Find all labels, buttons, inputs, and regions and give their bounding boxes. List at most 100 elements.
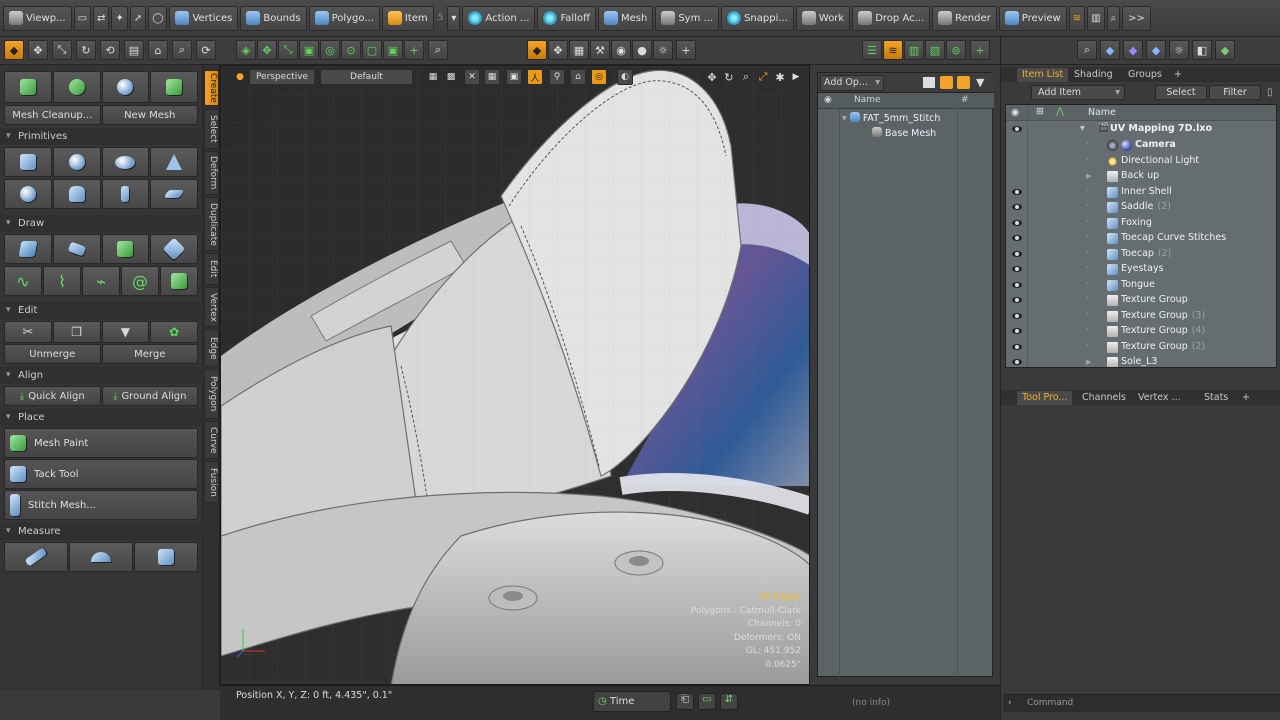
tab-create[interactable]: Create (204, 70, 219, 106)
transform-tool-button[interactable] (150, 71, 198, 103)
add-operator-button[interactable]: Add Op... ▾ (820, 75, 884, 91)
bezier-tool-button[interactable] (150, 234, 198, 264)
cone-primitive-button[interactable] (150, 147, 198, 177)
green-tool-7-icon[interactable]: ▢ (362, 40, 382, 60)
search-item-icon[interactable]: ⌕ (1077, 40, 1097, 60)
stack-icon[interactable]: ▤ (124, 40, 144, 60)
toolbar-action-button[interactable]: Action ... (462, 5, 536, 31)
overlay-toggle-icon[interactable]: ◎ (591, 69, 607, 85)
command-line[interactable]: › Command (1003, 694, 1280, 712)
item-list-row[interactable]: · Texture Group (3) (1006, 309, 1276, 325)
ruler-button[interactable] (4, 542, 68, 572)
timeline-icon[interactable]: ⎗ (676, 693, 694, 710)
view-add-icon[interactable]: + (676, 40, 696, 60)
name-column-header[interactable]: Name (1088, 107, 1116, 118)
name-column-header[interactable]: Name (854, 95, 881, 105)
panel-icon-3[interactable] (957, 76, 970, 89)
section-align[interactable]: Align (0, 367, 203, 384)
green-tool-2-icon[interactable]: ✥ (257, 40, 277, 60)
gear-icon[interactable]: ✱ (773, 69, 787, 85)
toolbar-bounds-button[interactable]: Bounds (240, 5, 307, 31)
deformer-item-stitch[interactable]: ▾ FAT_5mm_Stitch (842, 112, 954, 126)
view-light-icon[interactable]: ☼ (653, 40, 673, 60)
stitch-mesh-button[interactable]: Stitch Mesh... (4, 490, 198, 520)
quick-align-button[interactable]: ⤓ Quick Align (4, 386, 101, 406)
green-tool-1-icon[interactable]: ◈ (236, 40, 256, 60)
filter-button[interactable]: Filter (1209, 85, 1261, 100)
shading-style-button[interactable]: Default (320, 69, 413, 85)
scale-icon[interactable]: ⟲ (100, 40, 120, 60)
time-button[interactable]: ◷ Time (593, 691, 671, 712)
eye-visibility-icon[interactable] (1011, 311, 1023, 321)
item-list-row[interactable]: · Toecap (2) (1006, 247, 1276, 263)
eye-visibility-icon[interactable] (1011, 264, 1023, 274)
spiral-tool-button[interactable]: @ (121, 266, 159, 296)
add-panel-icon[interactable]: + (970, 40, 990, 60)
cut-button[interactable]: ✂ (4, 321, 52, 343)
tab-vertex[interactable]: Vertex ... (1133, 391, 1186, 405)
paste-button[interactable]: ▼ (101, 321, 150, 343)
toolbar-sym-button[interactable]: Sym ... (655, 5, 720, 31)
item-list-row[interactable]: ▶ Sole_L3 (1006, 355, 1276, 367)
toolbar-item-button[interactable]: Item (381, 5, 434, 31)
tab-select[interactable]: Select (204, 109, 219, 149)
locator-item-icon[interactable]: ◆ (1215, 40, 1235, 60)
rotate-icon[interactable]: ↻ (76, 40, 96, 60)
eye-visibility-icon[interactable] (1011, 280, 1023, 290)
tab-channels[interactable]: Channels (1077, 391, 1131, 405)
copy-button[interactable]: ❐ (52, 321, 101, 343)
resize-icon[interactable]: ⤡ (52, 40, 72, 60)
unmerge-button[interactable]: Unmerge (4, 344, 101, 364)
zoom-icon[interactable]: ⌕ (739, 69, 753, 85)
eye-visibility-icon[interactable] (1011, 342, 1023, 352)
node-icon[interactable]: ⊚ (946, 40, 966, 60)
toolbar-mesh-button[interactable]: Mesh (598, 5, 654, 31)
duplicate-button[interactable]: ✿ (150, 321, 198, 343)
move-icon[interactable]: ✥ (28, 40, 48, 60)
tab-polygon[interactable]: Polygon (204, 369, 219, 419)
view-move-icon[interactable]: ✥ (548, 40, 568, 60)
orbit-icon[interactable]: ↻ (722, 69, 736, 85)
tab-shading[interactable]: Shading (1069, 68, 1118, 82)
tack-tool-button[interactable]: Tack Tool (4, 459, 198, 489)
search-button[interactable]: ⌕ (1106, 5, 1121, 31)
scale-tool-button[interactable] (101, 71, 150, 103)
polyline-tool-button[interactable]: ⌁ (82, 266, 120, 296)
eye-visibility-icon[interactable] (1011, 249, 1023, 259)
list-view-icon[interactable]: ☰ (862, 40, 882, 60)
pen-tool-button[interactable] (4, 234, 52, 264)
layers-icon[interactable]: ≋ (883, 40, 903, 60)
section-place[interactable]: Place (0, 409, 203, 426)
group-item-icon[interactable]: ◆ (1146, 40, 1166, 60)
layout-toggle-button[interactable]: ▭ (73, 5, 92, 31)
zoom-icon[interactable]: ⌕ (172, 40, 192, 60)
playback-icon[interactable]: ▭ (698, 693, 716, 710)
keyframe-icon[interactable]: ⇵ (720, 693, 738, 710)
torus-primitive-button[interactable] (4, 179, 52, 209)
close-x-icon[interactable]: ✕ (464, 69, 480, 85)
filter-funnel-icon[interactable]: ▼ (976, 76, 984, 89)
figure-button[interactable]: ✦ (111, 5, 128, 31)
eye-visibility-icon[interactable] (1011, 187, 1023, 197)
toolbar-drop-ac-button[interactable]: Drop Ac... (852, 5, 931, 31)
eye-visibility-icon[interactable] (1011, 233, 1023, 243)
view-tool-icon[interactable]: ⚒ (590, 40, 610, 60)
green-tool-6-icon[interactable]: ⊙ (341, 40, 361, 60)
toolbar-polygo-button[interactable]: Polygo... (308, 5, 380, 31)
polygon-pen-button[interactable] (101, 234, 150, 264)
item-list-row[interactable]: · Eyestays (1006, 262, 1276, 278)
tab-groups[interactable]: Groups (1123, 68, 1167, 82)
toolbar-snappi-button[interactable]: Snappi... (721, 5, 794, 31)
panel-icon-1[interactable] (923, 77, 935, 88)
new-mesh-button[interactable]: New Mesh (101, 105, 198, 125)
item-list-row[interactable]: · Tongue (1006, 278, 1276, 294)
tab-duplicate[interactable]: Duplicate (204, 197, 219, 251)
eye-visibility-icon[interactable] (1011, 295, 1023, 305)
item-list-row[interactable]: · Texture Group (2) (1006, 340, 1276, 356)
swap-button[interactable]: ⇄ (93, 5, 110, 31)
lasso-button[interactable]: ◯ (148, 5, 168, 31)
scene-row[interactable]: ▾ 🎬 UV Mapping 7D.lxo (1006, 122, 1276, 138)
perspective-button[interactable]: Perspective (249, 69, 315, 85)
3d-viewport[interactable]: ● Perspective Default ▦ ▩ ✕ ▦ ▣ 人 ⚲ ⌂ ◎ … (220, 65, 810, 685)
toolbar-viewp-button[interactable]: Viewp... (3, 5, 72, 31)
